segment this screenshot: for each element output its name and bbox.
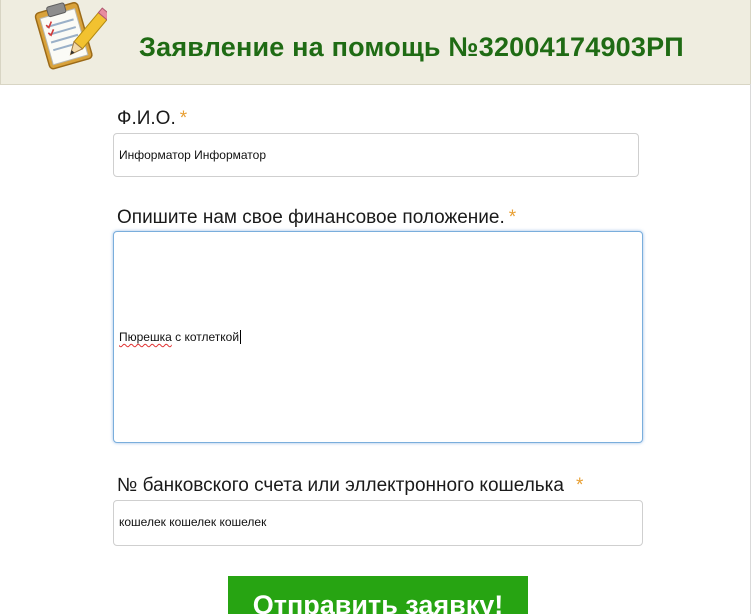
account-input-value: кошелек кошелек кошелек [119, 515, 267, 529]
application-form-page: Заявление на помощь №32004174903РП Ф.И.О… [0, 0, 751, 614]
page-title: Заявление на помощь №32004174903РП [139, 32, 684, 62]
fio-input-value: Информатор Информатор [119, 148, 267, 162]
clipboard-pencil-icon [34, 2, 107, 70]
account-label: № банковского счета или эллектронного ко… [117, 475, 583, 497]
required-mark: * [575, 475, 584, 496]
situation-text-rest: с котлеткой [171, 330, 240, 344]
text-caret [240, 330, 242, 344]
account-label-text: № банковского счета или эллектронного ко… [117, 475, 564, 496]
situation-textarea-value: Пюрешка с котлеткой [119, 330, 242, 344]
required-mark: * [179, 108, 188, 129]
fio-input[interactable]: Информатор Информатор [113, 133, 639, 177]
page-header: Заявление на помощь №32004174903РП [0, 0, 751, 85]
spellcheck-word: Пюрешка [119, 330, 172, 344]
fio-label-text: Ф.И.О. [117, 108, 176, 129]
fio-label: Ф.И.О. * [117, 108, 187, 130]
situation-label-text: Опишите нам свое финансовое положение. [117, 207, 505, 228]
submit-button[interactable]: Отправить заявку! [228, 576, 528, 614]
situation-label: Опишите нам свое финансовое положение. * [117, 207, 516, 229]
situation-textarea[interactable]: Пюрешка с котлеткой [113, 231, 643, 443]
required-mark: * [508, 207, 517, 228]
account-input[interactable]: кошелек кошелек кошелек [113, 500, 643, 546]
